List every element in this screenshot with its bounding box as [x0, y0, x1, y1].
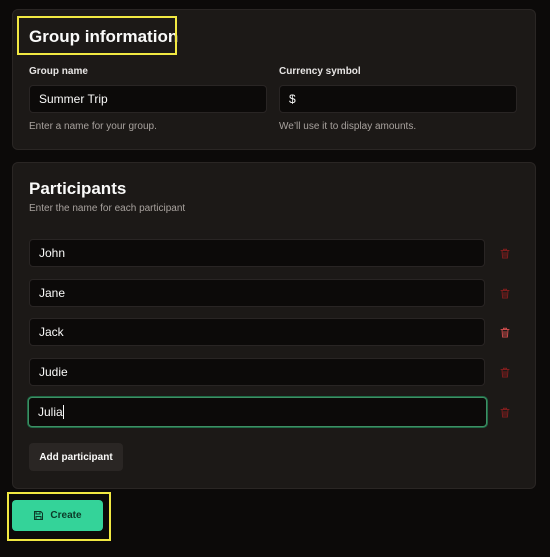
trash-icon — [500, 288, 510, 298]
participant-input[interactable]: Judie — [29, 358, 485, 386]
remove-participant-button[interactable] — [498, 246, 512, 260]
participant-name: John — [39, 246, 66, 260]
remove-participant-button[interactable] — [498, 286, 512, 300]
trash-icon — [500, 367, 510, 377]
group-name-hint: Enter a name for your group. — [29, 121, 157, 132]
participant-input[interactable]: Julia — [28, 397, 487, 427]
create-button-highlight — [7, 492, 111, 541]
participant-name: Judie — [39, 365, 68, 379]
trash-icon — [500, 407, 510, 417]
participant-name: Jane — [39, 286, 66, 300]
trash-icon — [500, 248, 510, 258]
text-caret — [62, 405, 64, 419]
participant-name: Julia — [38, 405, 63, 419]
group-information-highlight — [17, 16, 177, 55]
currency-symbol-value: $ — [289, 92, 296, 106]
add-participant-button[interactable]: Add participant — [29, 443, 123, 471]
remove-participant-button[interactable] — [498, 325, 512, 339]
participant-name: Jack — [39, 325, 64, 339]
participant-input[interactable]: Jane — [29, 279, 485, 307]
currency-symbol-label: Currency symbol — [279, 66, 361, 77]
group-name-label: Group name — [29, 66, 88, 77]
group-name-value: Summer Trip — [39, 92, 108, 106]
participants-subtitle: Enter the name for each participant — [29, 203, 186, 214]
add-participant-label: Add participant — [39, 451, 113, 463]
currency-symbol-hint: We’ll use it to display amounts. — [279, 121, 417, 132]
currency-symbol-input[interactable]: $ — [279, 85, 517, 113]
participant-input[interactable]: Jack — [29, 318, 485, 346]
trash-icon — [500, 327, 510, 337]
group-name-input[interactable]: Summer Trip — [29, 85, 267, 113]
participant-input[interactable]: John — [29, 239, 485, 267]
remove-participant-button[interactable] — [498, 365, 512, 379]
participants-title: Participants — [29, 179, 127, 198]
remove-participant-button[interactable] — [498, 405, 512, 419]
